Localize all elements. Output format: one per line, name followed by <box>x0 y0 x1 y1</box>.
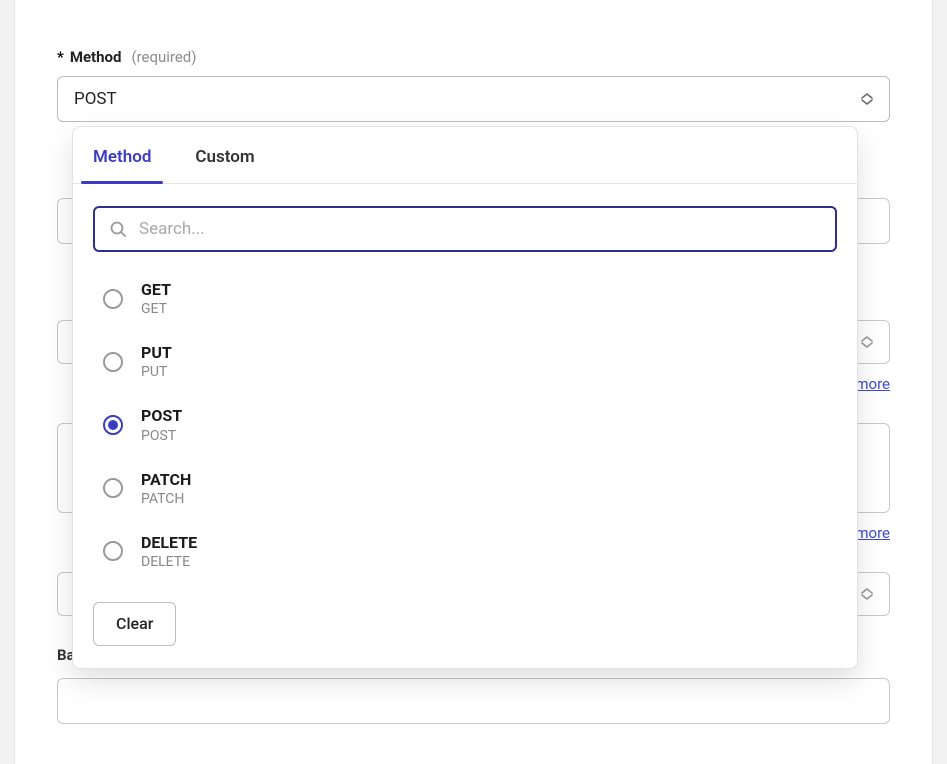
basic-auth-input[interactable] <box>57 678 890 724</box>
method-select[interactable]: POST <box>57 76 890 122</box>
option-patch[interactable]: PATCH PATCH <box>93 460 837 517</box>
tab-custom[interactable]: Custom <box>193 127 256 183</box>
clear-button[interactable]: Clear <box>93 602 176 646</box>
dropdown-body: GET GET PUT PUT POST POST <box>73 184 857 668</box>
option-sub: PUT <box>141 364 172 380</box>
more-link-1[interactable]: more <box>855 375 890 393</box>
radio-icon <box>103 541 123 561</box>
more-link-2[interactable]: more <box>855 524 890 542</box>
required-star: * <box>57 48 64 66</box>
radio-icon <box>103 478 123 498</box>
select-chevrons-icon <box>861 93 873 105</box>
option-title: POST <box>141 406 182 425</box>
option-delete[interactable]: DELETE DELETE <box>93 523 837 580</box>
search-field-wrap[interactable] <box>93 206 837 252</box>
option-sub: DELETE <box>141 554 197 570</box>
search-icon <box>109 220 127 238</box>
radio-icon <box>103 415 123 435</box>
select-chevrons-icon <box>861 588 873 600</box>
dropdown-tabs: Method Custom <box>73 127 857 184</box>
required-hint: (required) <box>131 48 196 66</box>
option-sub: GET <box>141 301 171 317</box>
method-select-value: POST <box>74 89 117 109</box>
option-get[interactable]: GET GET <box>93 270 837 327</box>
tab-method[interactable]: Method <box>91 127 153 183</box>
option-put[interactable]: PUT PUT <box>93 333 837 390</box>
option-sub: POST <box>141 428 182 444</box>
method-label-row: * Method (required) <box>57 0 890 66</box>
option-title: GET <box>141 280 171 299</box>
options-list: GET GET PUT PUT POST POST <box>93 270 837 580</box>
method-dropdown: Method Custom GET GET PUT <box>72 126 858 669</box>
radio-icon <box>103 289 123 309</box>
select-chevrons-icon <box>861 336 873 348</box>
option-title: PUT <box>141 343 172 362</box>
search-input[interactable] <box>139 219 821 239</box>
option-title: PATCH <box>141 470 191 489</box>
option-post[interactable]: POST POST <box>93 396 837 453</box>
form-page: * Method (required) POST more more Basic… <box>14 0 933 764</box>
method-field-label: Method <box>70 48 122 66</box>
option-sub: PATCH <box>141 491 191 507</box>
radio-icon <box>103 352 123 372</box>
option-title: DELETE <box>141 533 197 552</box>
